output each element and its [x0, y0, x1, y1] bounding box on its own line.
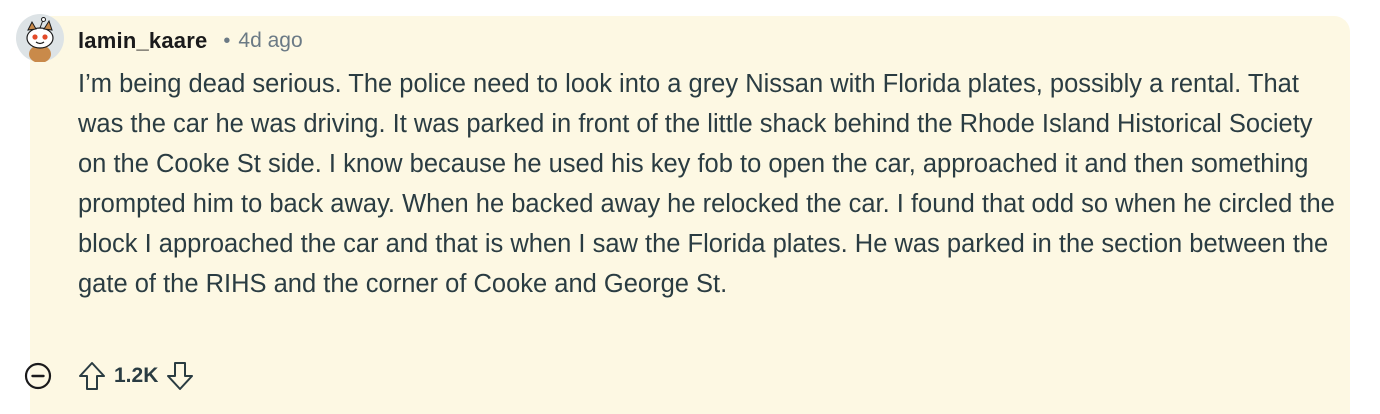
comment-author[interactable]: lamin_kaare	[78, 28, 207, 54]
vote-score: 1.2K	[114, 364, 159, 387]
comment-actions: 1.2K	[22, 358, 196, 394]
user-avatar[interactable]	[16, 14, 64, 63]
collapse-minus-icon	[24, 362, 52, 390]
comment-header: lamin_kaare • 4d ago	[78, 24, 303, 58]
comment-card: lamin_kaare • 4d ago I’m being dead seri…	[0, 0, 1380, 414]
snoo-avatar-icon	[16, 14, 64, 63]
downvote-button[interactable]	[164, 359, 196, 393]
downvote-arrow-icon	[167, 362, 194, 390]
comment-timestamp[interactable]: 4d ago	[238, 29, 302, 53]
comment-body: I’m being dead serious. The police need …	[78, 70, 1335, 298]
upvote-button[interactable]	[76, 359, 108, 393]
meta-separator: •	[223, 29, 231, 52]
upvote-arrow-icon	[79, 362, 105, 390]
collapse-button[interactable]	[22, 360, 54, 392]
